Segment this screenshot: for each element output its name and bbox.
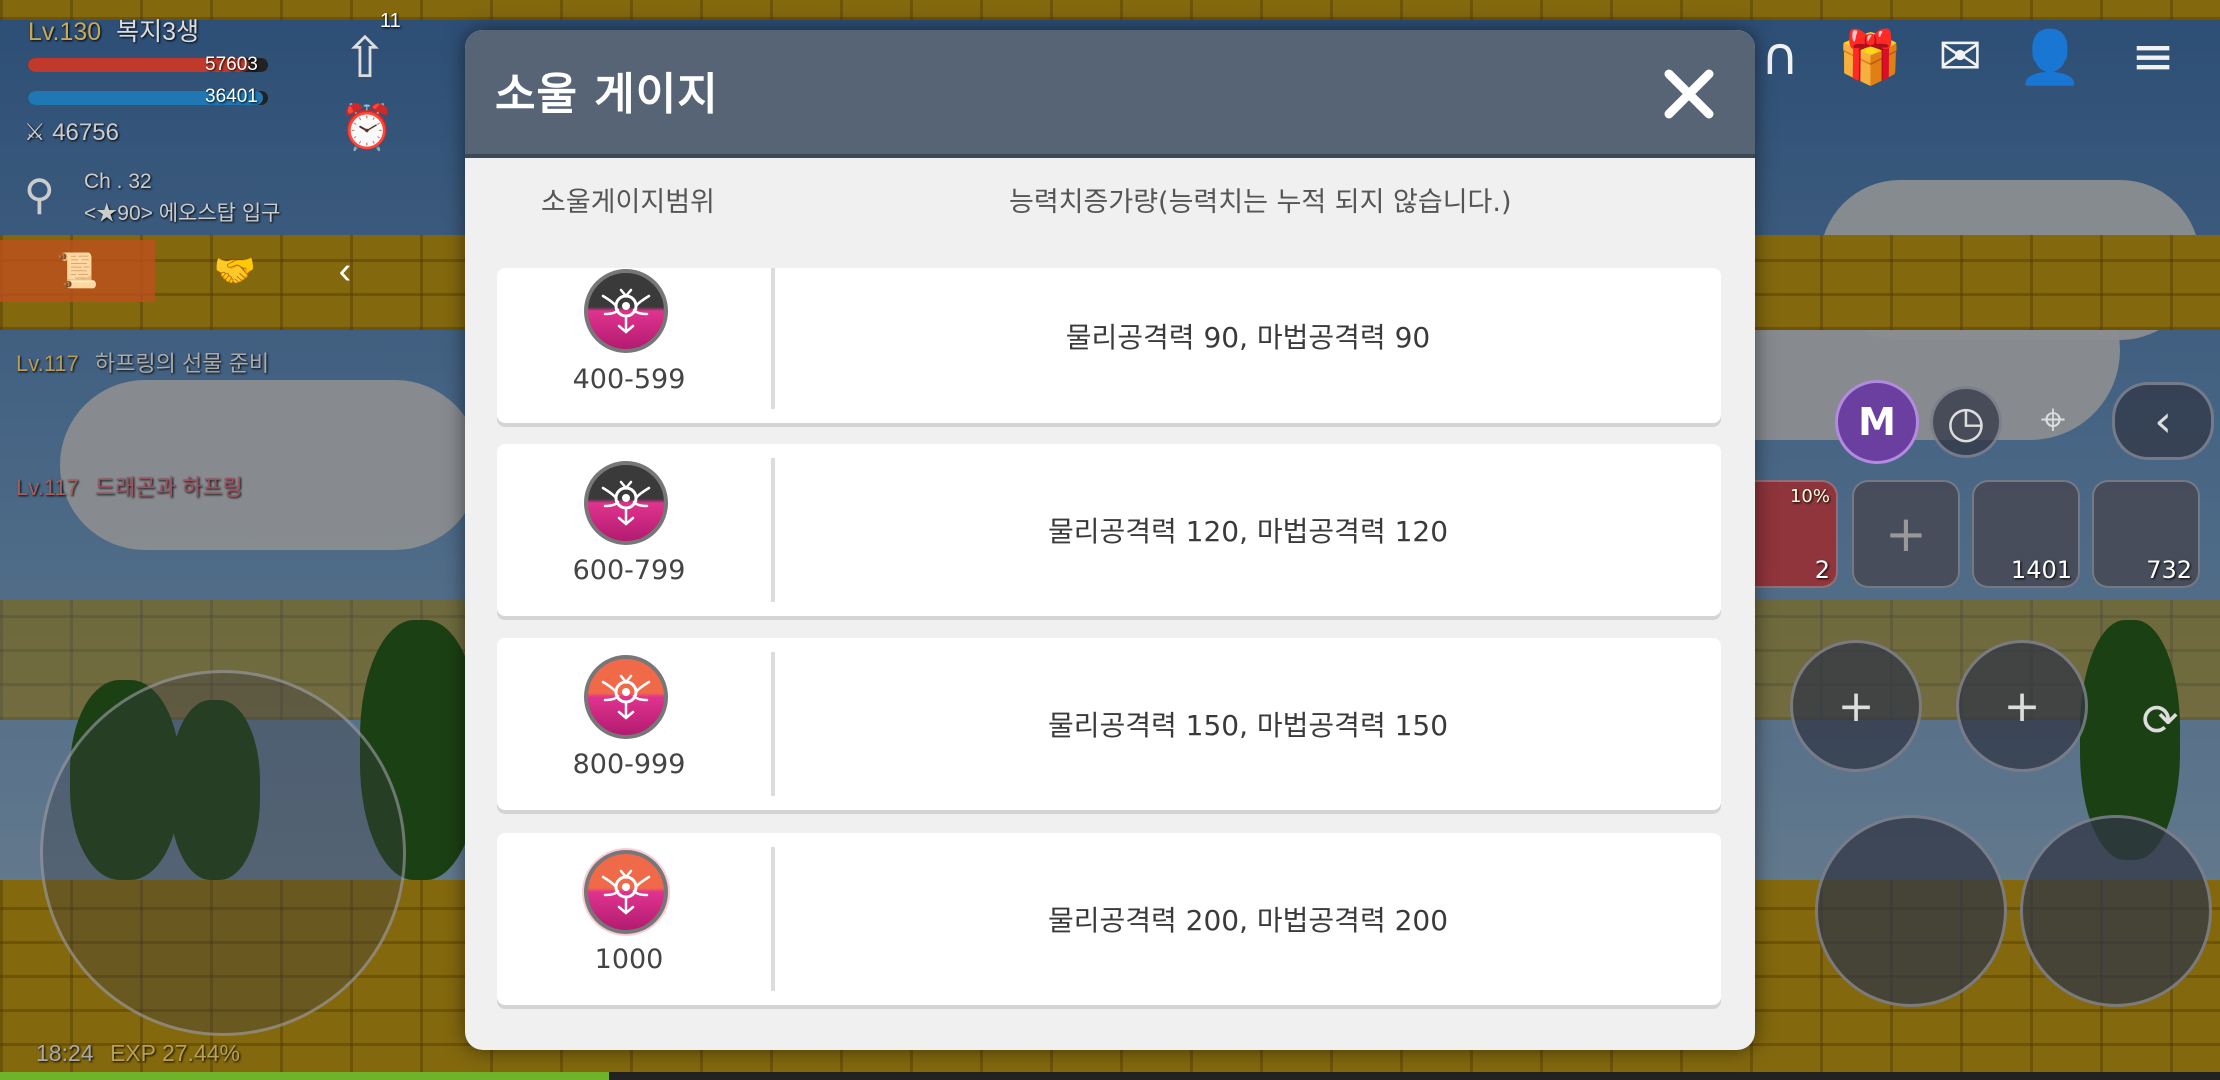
scroll-icon: 📜 <box>56 252 99 290</box>
maple-m-button[interactable]: M <box>1835 380 1919 464</box>
refresh-button[interactable]: ⟳ <box>2120 680 2200 760</box>
exp-percent: EXP 27.44% <box>109 1040 240 1066</box>
stat-bonus: 물리공격력 120, 마법공격력 120 <box>1047 515 1449 548</box>
ring-button[interactable]: ∩ <box>1745 22 1815 92</box>
player-name: 복지3생 <box>116 18 200 46</box>
handshake-icon: 🤝 <box>213 252 257 290</box>
alarm-button[interactable]: ⏰ <box>335 95 399 159</box>
exp-bar <box>0 1072 2220 1080</box>
menu-button[interactable]: ≡ <box>2118 22 2188 92</box>
side-collapse-button[interactable]: ‹ <box>2112 382 2214 460</box>
channel: Ch . 32 <box>84 170 152 193</box>
column-header-stat: 능력치증가량(능력치는 누적 되지 않습니다.) <box>1009 187 1512 218</box>
skill-button[interactable] <box>1815 815 2007 1007</box>
clock-icon: ◷ <box>1946 396 1986 448</box>
alarm-icon: ⏰ <box>339 103 395 152</box>
quest-tab[interactable]: 📜 <box>0 240 155 302</box>
map-pin-button[interactable]: ⌖ <box>2020 386 2086 452</box>
gauge-range: 1000 <box>594 944 664 975</box>
combat-power-value: 46756 <box>52 119 119 146</box>
soul-emblem-icon <box>584 655 668 739</box>
skill-slot-add[interactable]: + <box>1956 640 2088 772</box>
character-button[interactable]: 👤 <box>2015 22 2085 92</box>
maple-m-icon: M <box>1858 400 1896 444</box>
character-icon: 👤 <box>2017 27 2083 88</box>
stat-bonus: 물리공격력 90, 마법공격력 90 <box>1065 320 1431 354</box>
soul-emblem-icon <box>584 461 668 545</box>
combat-power: ⚔ 46756 <box>24 118 119 147</box>
player-info: Lv.130 복지3생 <box>28 12 199 48</box>
map-name: <★90> 에오스탑 입구 <box>84 202 281 225</box>
map-pin-icon: ⌖ <box>2040 393 2066 445</box>
gauge-range: 600-799 <box>572 555 686 586</box>
collapse-button[interactable]: ‹ <box>320 240 370 302</box>
stat-bonus: 물리공격력 150, 마법공격력 150 <box>1047 709 1449 742</box>
mp-value: 36401 <box>205 86 258 107</box>
quest-level: Lv.117 <box>16 351 79 376</box>
soul-gauge-row: 600-799 물리공격력 120, 마법공격력 120 <box>497 444 1721 616</box>
soul-gauge-row: 400-599 물리공격력 90, 마법공격력 90 <box>497 268 1721 423</box>
player-level: Lv.130 <box>28 18 102 46</box>
party-tab[interactable]: 🤝 <box>195 240 275 302</box>
quest-title: 하프링의 선물 준비 <box>94 351 270 376</box>
quickslot-3[interactable]: 1401 <box>1972 480 2080 588</box>
status-line: 18:24 EXP 27.44% <box>36 1040 240 1067</box>
skill-slot-add[interactable]: + <box>1790 640 1922 772</box>
plus-icon: + <box>1885 505 1927 563</box>
jump-button[interactable] <box>2020 815 2212 1007</box>
quest-item-1[interactable]: Lv.117 하프링의 선물 준비 <box>16 346 269 378</box>
location-pin-icon: ⚲ <box>24 171 55 218</box>
gauge-range: 400-599 <box>572 364 686 395</box>
soul-gauge-row: 800-999 물리공격력 150, 마법공격력 150 <box>497 638 1721 810</box>
plus-icon: + <box>2003 680 2041 732</box>
arrow-up-icon: ⇧ <box>341 26 389 89</box>
mail-button[interactable]: ✉ <box>1925 22 1995 92</box>
chevron-left-icon: ‹ <box>2154 395 2172 447</box>
dialog-title: 소울 게이지 <box>495 69 719 120</box>
menu-icon: ≡ <box>2131 27 2175 87</box>
refresh-icon: ⟳ <box>2141 694 2179 746</box>
stat-bonus: 물리공격력 200, 마법공격력 200 <box>1047 904 1449 937</box>
column-header-range: 소울게이지범위 <box>541 187 715 218</box>
soul-gauge-row: 1000 물리공격력 200, 마법공격력 200 <box>497 833 1721 1005</box>
quest-level: Lv.117 <box>16 475 79 500</box>
gift-icon: 🎁 <box>1837 27 1903 88</box>
quest-item-2[interactable]: Lv.117 드래곤과 하프링 <box>16 470 243 502</box>
close-button[interactable] <box>1653 58 1725 130</box>
ring-icon: ∩ <box>1760 27 1800 87</box>
quickslot-empty[interactable]: + <box>1852 480 1960 588</box>
hp-value: 57603 <box>205 54 258 75</box>
clock-time: 18:24 <box>36 1040 94 1066</box>
chevron-left-icon: ‹ <box>338 249 352 292</box>
quickslot-count: 1401 <box>2010 556 2072 584</box>
level-up-count: 11 <box>380 10 401 32</box>
quest-title: 드래곤과 하프링 <box>94 475 243 500</box>
quickslot-count: 732 <box>2146 556 2192 584</box>
gift-button[interactable]: 🎁 <box>1835 22 1905 92</box>
soul-gauge-dialog: 소울 게이지 소울게이지범위 능력치증가량(능력치는 누적 되지 않습니다.) … <box>465 30 1755 1050</box>
plus-icon: + <box>1837 680 1875 732</box>
virtual-joystick[interactable] <box>40 670 406 1036</box>
soul-emblem-icon <box>582 848 670 936</box>
clock-button[interactable]: ◷ <box>1930 386 2002 458</box>
quickslot-badge: 10% <box>1789 486 1830 507</box>
mail-icon: ✉ <box>1938 27 1982 87</box>
soul-emblem-icon <box>584 269 668 353</box>
gauge-range: 800-999 <box>572 749 686 780</box>
dialog-header: 소울 게이지 <box>465 30 1755 158</box>
quickslot-count: 2 <box>1814 556 1830 584</box>
quickslot-4[interactable]: 732 <box>2092 480 2200 588</box>
sword-icon: ⚔ <box>24 119 46 146</box>
close-icon <box>1664 69 1714 119</box>
